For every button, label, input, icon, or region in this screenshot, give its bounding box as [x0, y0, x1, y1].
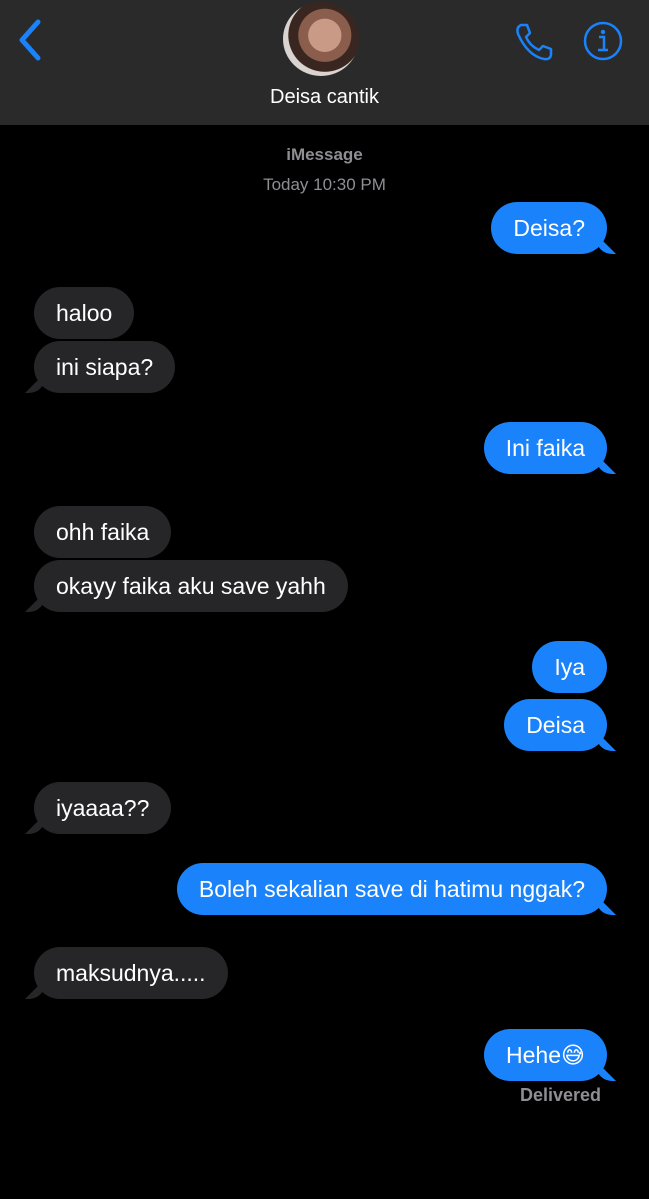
info-button[interactable] [582, 20, 624, 62]
conversation-header: Deisa cantik [0, 0, 649, 125]
message-bubble-incoming[interactable]: haloo [34, 287, 135, 339]
message-bubble-outgoing[interactable]: Iya [532, 641, 607, 693]
message-bubble-outgoing[interactable]: Ini faika [483, 422, 607, 474]
phone-icon [516, 23, 553, 61]
message-bubble-incoming[interactable]: iyaaaa?? [34, 782, 172, 834]
call-button[interactable] [512, 20, 556, 64]
info-icon [583, 21, 623, 61]
message-bubble-outgoing[interactable]: Deisa? [491, 202, 607, 254]
message-bubble-outgoing[interactable]: Deisa [504, 699, 607, 751]
back-button[interactable] [14, 18, 48, 62]
timestamp: Today 10:30 PM [263, 175, 386, 194]
message-bubble-outgoing[interactable]: Boleh sekalian save di hatimu nggak? [176, 863, 607, 915]
message-bubble-outgoing[interactable]: Hehe😅 [484, 1029, 607, 1081]
chevron-left-icon [19, 19, 41, 61]
message-bubble-incoming[interactable]: okayy faika aku save yahh [34, 560, 348, 612]
avatar[interactable] [283, 2, 359, 76]
message-bubble-incoming[interactable]: ohh faika [34, 506, 172, 558]
message-bubble-incoming[interactable]: maksudnya..... [34, 947, 228, 999]
delivered-status: Delivered [519, 1085, 601, 1105]
contact-name[interactable]: Deisa cantik [0, 86, 649, 109]
service-label: iMessage [286, 145, 363, 164]
message-bubble-incoming[interactable]: ini siapa? [34, 341, 176, 393]
